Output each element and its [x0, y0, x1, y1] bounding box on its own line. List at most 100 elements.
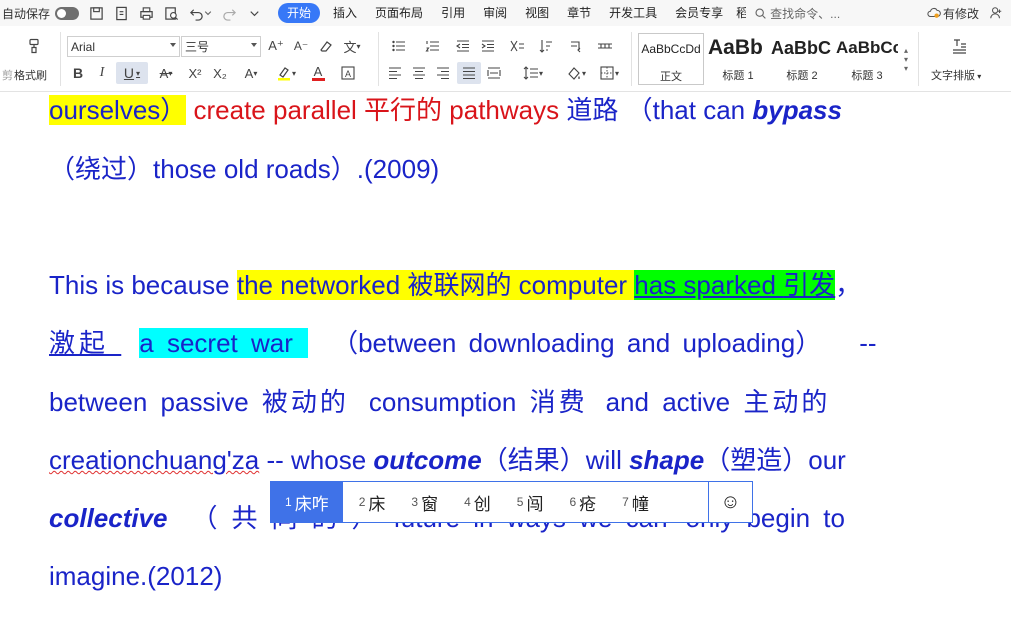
ime-candidate-bar: 1 床咋 2床 3窗 4创 5闯 6疮 7幢 ☺ — [270, 481, 753, 523]
highlighted-text: has sparked 引发 — [634, 270, 836, 301]
text-layout-text: 文字排版 — [931, 70, 975, 82]
highlighted-text: ourselves） — [49, 95, 187, 125]
style-heading-3[interactable]: AaBbCc 标题 3 — [836, 33, 898, 85]
sort-icon[interactable] — [537, 38, 555, 54]
increase-indent-icon[interactable] — [479, 38, 497, 54]
ime-candidate-2[interactable]: 2床 — [343, 482, 396, 522]
font-size-value: 三号 — [185, 40, 210, 54]
font-color-icon[interactable]: A — [305, 64, 331, 82]
superscript-icon[interactable]: X² — [186, 64, 204, 82]
align-center-icon[interactable] — [410, 65, 428, 81]
menu-tab-section[interactable]: 章节 — [558, 0, 600, 26]
menu-tab-review[interactable]: 审阅 — [474, 0, 516, 26]
ime-candidate-number: 7 — [622, 495, 629, 509]
font-name-select[interactable]: Arial — [67, 36, 180, 57]
ime-candidate-4[interactable]: 4创 — [448, 482, 501, 522]
command-search[interactable]: 查找命令、... — [754, 5, 840, 22]
style-gallery-scroll[interactable]: ▴ ▾ ▾ — [900, 34, 912, 84]
ime-candidate-6[interactable]: 6疮 — [553, 482, 606, 522]
text-run: （塑造） — [704, 446, 809, 476]
autosave-toggle[interactable] — [55, 6, 80, 20]
document-page[interactable]: ourselves） create parallel 平行的 pathways … — [0, 92, 1011, 632]
table-border-icon[interactable] — [596, 38, 614, 54]
text-layout-icon[interactable] — [947, 34, 971, 58]
text-run: 主动的 — [743, 388, 831, 418]
customize-quick-access-icon[interactable] — [246, 5, 262, 21]
menu-tab-member[interactable]: 会员专享 — [666, 0, 732, 26]
borders-icon[interactable]: ▾ — [596, 65, 622, 81]
save-icon[interactable] — [88, 5, 104, 21]
chinese-layout-icon[interactable] — [504, 38, 530, 54]
line-spacing-icon[interactable]: ▾ — [519, 65, 547, 81]
bold-icon[interactable]: B — [70, 64, 86, 82]
share-user-icon[interactable] — [989, 6, 1003, 20]
ime-candidate-1[interactable]: 1 床咋 — [271, 482, 343, 522]
style-heading-2-label: 标题 2 — [786, 70, 818, 82]
expand-gallery-icon[interactable]: ▾ — [904, 64, 908, 73]
font-size-select[interactable]: 三号 — [181, 36, 261, 57]
ime-emoji-button[interactable]: ☺ — [708, 482, 752, 522]
undo-dropdown-icon[interactable] — [204, 5, 212, 21]
ime-candidate-text: 窗 — [421, 494, 439, 514]
text-run: -- whose — [259, 445, 374, 475]
ime-candidate-number: 5 — [516, 495, 524, 509]
decrease-indent-icon[interactable] — [454, 38, 472, 54]
menu-tab-more[interactable]: 稻 — [732, 0, 746, 26]
char-border-icon[interactable]: A — [340, 64, 356, 82]
format-painter-label[interactable]: 格式刷 — [14, 67, 47, 83]
distributed-align-icon[interactable] — [485, 65, 503, 81]
numbered-list-icon[interactable] — [420, 38, 446, 54]
subscript-icon[interactable]: X₂ — [211, 64, 229, 82]
text-layout-label[interactable]: 文字排版 ▾ — [931, 67, 981, 83]
scroll-down-icon[interactable]: ▾ — [904, 55, 908, 64]
bullet-list-icon[interactable] — [386, 38, 412, 54]
redo-icon[interactable] — [221, 5, 237, 21]
changes-status[interactable]: 有修改 — [943, 5, 979, 22]
justify-icon[interactable] — [457, 62, 481, 84]
spelling-error-text[interactable]: creationchuang'za — [49, 445, 259, 475]
print-icon[interactable] — [138, 5, 154, 21]
text-run: pathways — [442, 95, 567, 125]
shrink-font-icon[interactable]: A⁻ — [293, 38, 309, 54]
scroll-up-icon[interactable]: ▴ — [904, 46, 908, 55]
text-run: those old roads）.(2009) — [153, 154, 440, 184]
clear-format-icon[interactable] — [318, 38, 334, 54]
align-right-icon[interactable] — [434, 65, 452, 81]
format-painter-icon[interactable] — [22, 34, 46, 58]
phonetic-guide-icon[interactable]: 文 ▾ — [342, 38, 362, 55]
highlight-color-icon[interactable]: ▾ — [272, 64, 300, 82]
doc-line-6: creationchuang'za -- whose outcome（结果）wi… — [49, 443, 846, 478]
underline-icon[interactable]: U ▾ — [116, 62, 148, 84]
menu-tab-references[interactable]: 引用 — [432, 0, 474, 26]
grow-font-icon[interactable]: A⁺ — [268, 38, 284, 54]
cloud-sync-icon — [927, 7, 941, 18]
show-marks-icon[interactable] — [563, 38, 589, 54]
ime-candidate-text: 床咋 — [294, 494, 329, 514]
menu-tab-developer[interactable]: 开发工具 — [600, 0, 666, 26]
export-pdf-icon[interactable] — [113, 5, 129, 21]
menu-tab-home[interactable]: 开始 — [278, 3, 321, 23]
menu-tab-insert[interactable]: 插入 — [324, 0, 366, 26]
menu-tab-view[interactable]: 视图 — [516, 0, 558, 26]
shading-icon[interactable]: ▾ — [563, 65, 589, 81]
print-preview-icon[interactable] — [163, 5, 179, 21]
main-menu: 开始 插入 页面布局 引用 审阅 视图 章节 开发工具 会员专享 稻 — [274, 0, 746, 26]
ime-candidate-3[interactable]: 3窗 — [395, 482, 448, 522]
ime-candidate-7[interactable]: 7幢 — [606, 482, 659, 522]
style-heading-1-sample: AaBb — [708, 36, 763, 59]
ime-candidate-number: 2 — [358, 495, 366, 509]
top-right-actions: 有修改 — [927, 5, 1005, 22]
align-left-icon[interactable] — [386, 65, 404, 81]
text-run: 道路 （ — [566, 96, 653, 126]
menu-tab-page-layout[interactable]: 页面布局 — [366, 0, 432, 26]
undo-icon[interactable] — [188, 5, 204, 21]
text-effect-icon[interactable]: A ▾ — [238, 64, 264, 82]
ime-candidate-5[interactable]: 5闯 — [501, 482, 554, 522]
strikethrough-icon[interactable]: A ▾ — [154, 64, 178, 82]
italic-icon[interactable]: I — [94, 64, 110, 82]
style-normal[interactable]: AaBbCcDd 正文 — [638, 33, 704, 85]
style-heading-1[interactable]: AaBb 标题 1 — [708, 33, 768, 85]
style-heading-2[interactable]: AaBbC 标题 2 — [771, 33, 833, 85]
autosave[interactable]: 自动保存 — [2, 5, 80, 22]
svg-text:A: A — [345, 69, 351, 79]
